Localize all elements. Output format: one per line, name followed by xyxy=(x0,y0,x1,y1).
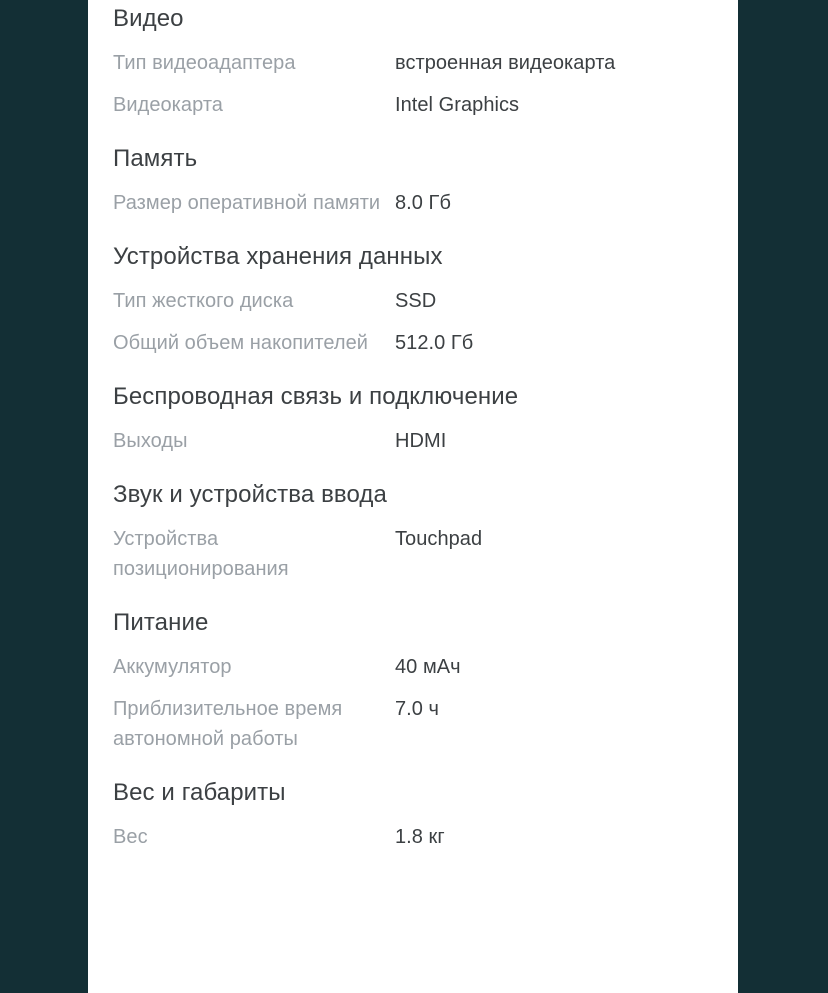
section-heading: Звук и устройства ввода xyxy=(113,481,387,508)
section-heading: Устройства хранения данных xyxy=(113,243,443,270)
spec-row: Аккумулятор 40 мАч xyxy=(88,646,738,688)
spec-value: HDMI xyxy=(395,430,447,452)
spec-label: Вес xyxy=(113,826,148,848)
spec-panel: Видео Тип видеоадаптера встроенная видеока… xyxy=(88,0,738,993)
spec-section: Звук и устройства ввода Устройства позици… xyxy=(88,462,738,590)
section-heading: Питание xyxy=(113,609,209,636)
section-heading: Видео xyxy=(113,5,184,32)
spec-label: Выходы xyxy=(113,430,188,452)
spec-value: 1.8 кг xyxy=(395,826,445,848)
spec-value: встроенная видеокарта xyxy=(395,52,616,74)
spec-value: Touchpad xyxy=(395,528,483,550)
spec-label: Общий объем накопителей xyxy=(113,332,368,354)
spec-section: Память Размер оперативной памяти 8.0 Гб xyxy=(88,126,738,224)
spec-label: Приблизительное время автономной работы xyxy=(113,698,343,750)
spec-section: Устройства хранения данных Тип жесткого д… xyxy=(88,224,738,364)
spec-row: Выходы HDMI xyxy=(88,420,738,462)
spec-label: Размер оперативной памяти xyxy=(113,192,381,214)
section-heading: Память xyxy=(113,145,198,172)
screen: Видео Тип видеоадаптера встроенная видеока… xyxy=(0,0,828,993)
spec-value: 8.0 Гб xyxy=(395,192,451,214)
spec-row: Общий объем накопителей 512.0 Гб xyxy=(88,322,738,364)
spec-list: Видео Тип видеоадаптера встроенная видеока… xyxy=(88,0,738,858)
spec-row: Устройства позиционирования Touchpad xyxy=(88,518,738,590)
spec-section: Питание Аккумулятор 40 мАч Приблизительное … xyxy=(88,590,738,760)
spec-value: 7.0 ч xyxy=(395,698,440,720)
spec-label: Видеокарта xyxy=(113,94,223,116)
spec-section: Видео Тип видеоадаптера встроенная видеока… xyxy=(88,0,738,126)
spec-value: 40 мАч xyxy=(395,656,461,678)
spec-row: Приблизительное время автономной работы 7… xyxy=(88,688,738,760)
spec-row: Размер оперативной памяти 8.0 Гб xyxy=(88,182,738,224)
spec-label: Аккумулятор xyxy=(113,656,232,678)
spec-section: Беспроводная связь и подключение Выходы HD… xyxy=(88,364,738,462)
spec-label: Устройства позиционирования xyxy=(113,528,289,580)
spec-row: Вес 1.8 кг xyxy=(88,816,738,858)
spec-label: Тип жесткого диска xyxy=(113,290,294,312)
spec-value: SSD xyxy=(395,290,437,312)
section-heading: Вес и габариты xyxy=(113,779,286,806)
spec-section: Вес и габариты Вес 1.8 кг xyxy=(88,760,738,858)
spec-row: Тип жесткого диска SSD xyxy=(88,280,738,322)
spec-row: Видеокарта Intel Graphics xyxy=(88,84,738,126)
spec-value: Intel Graphics xyxy=(395,94,520,116)
section-heading: Беспроводная связь и подключение xyxy=(113,383,519,410)
spec-row: Тип видеоадаптера встроенная видеокарта xyxy=(88,42,738,84)
spec-label: Тип видеоадаптера xyxy=(113,52,296,74)
spec-value: 512.0 Гб xyxy=(395,332,474,354)
